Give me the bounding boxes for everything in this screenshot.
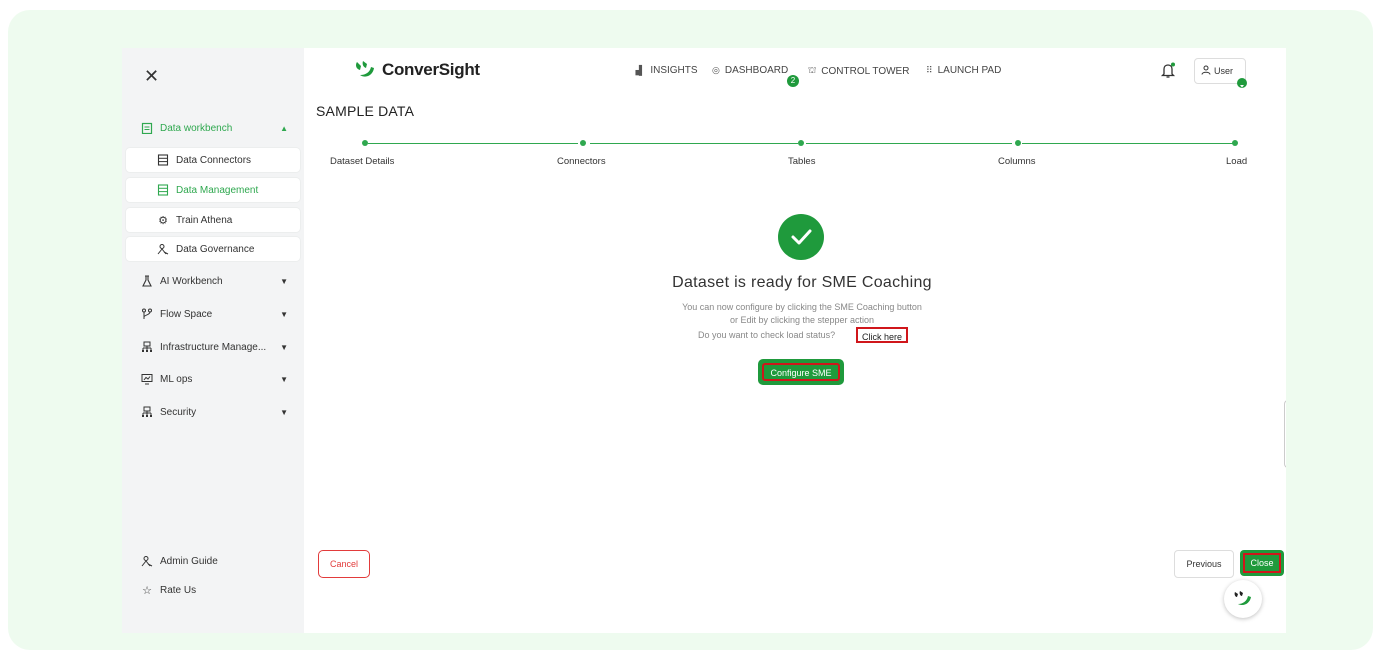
page-title: SAMPLE DATA bbox=[316, 103, 415, 119]
branch-icon bbox=[140, 307, 154, 321]
gear-icon: ⚙ bbox=[158, 214, 168, 227]
stepper-connector bbox=[590, 143, 798, 144]
nav-dashboard-label: DASHBOARD bbox=[724, 65, 789, 76]
chevron-down-icon: ▼ bbox=[280, 374, 288, 384]
nav-control-tower-label: CONTROL TOWER bbox=[821, 65, 910, 77]
user-label: User bbox=[1214, 66, 1234, 76]
people-icon bbox=[156, 242, 170, 256]
nav-control-tower[interactable]: ⛫ CONTROL TOWER bbox=[808, 65, 909, 77]
people-icon bbox=[140, 554, 154, 568]
close-button-label: Close bbox=[1243, 553, 1281, 573]
sidebar-item-ai-workbench[interactable]: AI Workbench ▼ bbox=[140, 270, 296, 292]
database-icon bbox=[156, 153, 170, 167]
sidebar-item-infrastructure[interactable]: Infrastructure Manage... ▼ bbox=[140, 336, 296, 358]
chevron-down-icon: ▼ bbox=[280, 342, 288, 352]
bell-icon[interactable] bbox=[1160, 62, 1176, 80]
step-dot[interactable] bbox=[1015, 140, 1021, 146]
tower-icon: ⛫ bbox=[808, 65, 817, 75]
sidebar-item-label: Infrastructure Manage... bbox=[160, 341, 267, 353]
step-label-load[interactable]: Load bbox=[1226, 156, 1247, 167]
sidebar-item-label: Rate Us bbox=[160, 584, 197, 596]
sidebar-subitem-label: Data Connectors bbox=[176, 154, 252, 166]
chevron-up-icon: ▲ bbox=[280, 123, 288, 133]
sidebar-subitem-label: Train Athena bbox=[176, 214, 233, 226]
sidebar-item-label: Admin Guide bbox=[160, 555, 218, 567]
nav-launch-pad-label: LAUNCH PAD bbox=[937, 65, 1002, 76]
configure-sme-label: Configure SME bbox=[762, 363, 840, 381]
step-dot[interactable] bbox=[580, 140, 586, 146]
stepper: Dataset Details Connectors Tables Column… bbox=[304, 136, 1286, 176]
sidebar-subitem-data-governance[interactable]: Data Governance bbox=[126, 237, 300, 261]
sidebar-item-label: Data workbench bbox=[160, 122, 233, 134]
close-icon[interactable]: ✕ bbox=[144, 66, 159, 87]
sidebar-item-flow-space[interactable]: Flow Space ▼ bbox=[140, 303, 296, 325]
sidebar-item-ml-ops[interactable]: ML ops ▼ bbox=[140, 368, 296, 390]
sidebar-item-data-workbench[interactable]: Data workbench ▲ bbox=[140, 117, 296, 139]
chevron-down-icon[interactable] bbox=[1237, 78, 1247, 88]
sidebar-subitem-train-athena[interactable]: ⚙ Train Athena bbox=[126, 208, 300, 232]
star-icon: ☆ bbox=[142, 584, 152, 597]
step-dot[interactable] bbox=[798, 140, 804, 146]
cancel-button[interactable]: Cancel bbox=[318, 550, 370, 578]
nav-launch-pad[interactable]: ⠿ LAUNCH PAD bbox=[926, 65, 1001, 76]
clipboard-icon bbox=[140, 121, 154, 135]
brand-name: ConverSight bbox=[382, 60, 480, 79]
step-label-dataset-details[interactable]: Dataset Details bbox=[330, 156, 394, 167]
sidebar-item-label: AI Workbench bbox=[160, 275, 223, 287]
sidebar-subitem-label: Data Management bbox=[176, 184, 259, 196]
previous-button[interactable]: Previous bbox=[1174, 550, 1234, 578]
chevron-down-icon: ▼ bbox=[280, 407, 288, 417]
grid-icon: ⠿ bbox=[926, 65, 933, 75]
step-label-tables[interactable]: Tables bbox=[788, 156, 815, 167]
step-dot[interactable] bbox=[1232, 140, 1238, 146]
user-icon bbox=[1201, 65, 1211, 77]
monitor-icon bbox=[140, 372, 154, 386]
nav-dashboard[interactable]: ◎ DASHBOARD bbox=[712, 65, 788, 76]
bar-chart-icon: ▗▌ bbox=[632, 65, 646, 75]
flask-icon bbox=[140, 274, 154, 288]
stepper-connector bbox=[806, 143, 1012, 144]
logo-icon bbox=[1234, 591, 1251, 606]
sidebar-item-label: ML ops bbox=[160, 373, 193, 385]
step-dot[interactable] bbox=[362, 140, 368, 146]
sidebar-item-security[interactable]: Security ▼ bbox=[140, 401, 296, 423]
nav-insights-label: INSIGHTS bbox=[650, 65, 698, 76]
step-label-columns[interactable]: Columns bbox=[998, 156, 1036, 167]
logo-icon bbox=[356, 61, 374, 77]
check-load-status-link[interactable]: Click here bbox=[856, 327, 908, 343]
status-hint-line-3: Do you want to check load status? bbox=[698, 330, 836, 340]
status-hint-line-2: or Edit by clicking the stepper action bbox=[729, 315, 875, 325]
configure-sme-button[interactable]: Configure SME bbox=[758, 359, 844, 385]
app-window: ✕ Data workbench ▲ Data Connectors Data … bbox=[122, 48, 1286, 633]
chevron-down-icon: ▼ bbox=[280, 276, 288, 286]
outer-frame: ✕ Data workbench ▲ Data Connectors Data … bbox=[8, 10, 1373, 650]
stepper-connector bbox=[368, 143, 578, 144]
status-hint-line-1: You can now configure by clicking the SM… bbox=[682, 302, 922, 312]
nav-insights[interactable]: ▗▌ INSIGHTS bbox=[632, 65, 698, 76]
sidebar-item-admin-guide[interactable]: Admin Guide bbox=[140, 550, 296, 572]
chat-assistant-button[interactable] bbox=[1224, 580, 1262, 618]
sidebar-item-label: Security bbox=[160, 406, 197, 418]
sidebar-subitem-data-connectors[interactable]: Data Connectors bbox=[126, 148, 300, 172]
top-bar: ConverSight ▗▌ INSIGHTS ◎ DASHBOARD 2 ⛫ … bbox=[304, 48, 1286, 94]
brand-logo[interactable]: ConverSight bbox=[354, 60, 480, 80]
notification-badge: 2 bbox=[787, 75, 799, 87]
sidebar-item-label: Flow Space bbox=[160, 308, 213, 320]
close-button[interactable]: Close bbox=[1240, 550, 1284, 576]
status-title: Dataset is ready for SME Coaching bbox=[672, 274, 932, 291]
sidebar-item-rate-us[interactable]: ☆ Rate Us bbox=[140, 579, 296, 601]
sidebar: ✕ Data workbench ▲ Data Connectors Data … bbox=[122, 48, 304, 633]
chevron-down-icon: ▼ bbox=[280, 309, 288, 319]
network-icon bbox=[140, 405, 154, 419]
step-label-connectors[interactable]: Connectors bbox=[557, 156, 606, 167]
side-drawer-handle[interactable] bbox=[1284, 400, 1286, 468]
sidebar-subitem-label: Data Governance bbox=[176, 243, 255, 255]
success-check-icon bbox=[778, 214, 824, 260]
stepper-connector bbox=[1022, 143, 1234, 144]
gauge-icon: ◎ bbox=[712, 65, 720, 75]
database-icon bbox=[156, 183, 170, 197]
network-icon bbox=[140, 340, 154, 354]
sidebar-subitem-data-management[interactable]: Data Management bbox=[126, 178, 300, 202]
